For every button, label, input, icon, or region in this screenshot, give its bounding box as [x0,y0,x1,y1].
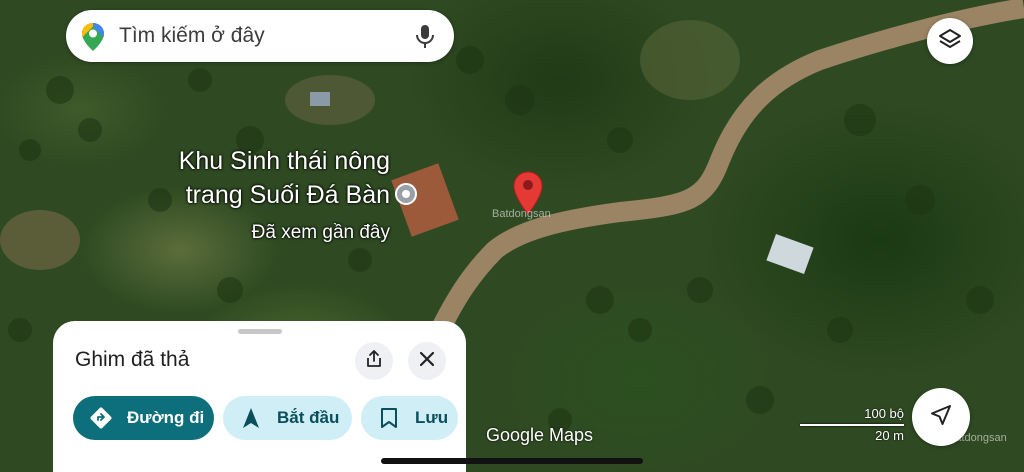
sheet-title: Ghim đã thả [75,348,190,371]
close-button[interactable] [408,342,446,380]
home-indicator[interactable] [381,458,643,464]
search-input[interactable]: Tìm kiếm ở đây [119,24,265,48]
place-name-line2: trang Suối Đá Bàn [185,181,390,209]
close-icon [418,350,436,373]
place-name-line1: Khu Sinh thái nông [178,147,390,175]
share-button[interactable] [355,342,393,380]
scale-feet-label: 100 bộ [864,406,904,421]
dropped-pin-sheet[interactable]: Ghim đã thả Đường đi Bắt đầu Lưu [53,321,466,472]
location-pin-outline-icon[interactable] [392,182,420,210]
place-name[interactable]: Khu Sinh thái nông trang Suối Đá Bàn [90,144,390,212]
scale-line [800,424,904,426]
start-button[interactable]: Bắt đầu [223,396,352,440]
layers-button[interactable] [927,18,973,64]
save-button[interactable]: Lưu [361,396,458,440]
google-maps-logo: Google Maps [486,425,594,445]
place-subtitle: Đã xem gần đây [251,222,390,243]
navigation-button[interactable] [912,388,970,446]
save-label: Lưu [415,408,449,427]
search-bar[interactable]: Tìm kiếm ở đây [66,10,454,62]
microphone-icon[interactable] [414,24,436,50]
start-label: Bắt đầu [277,408,340,427]
navigation-start-icon [239,406,263,430]
google-maps-pin-icon [82,23,104,51]
directions-button[interactable]: Đường đi [73,396,214,440]
navigation-arrow-icon [930,404,952,431]
directions-icon [89,406,113,430]
bookmark-icon [377,406,401,430]
scale-meters-label: 20 m [875,428,904,443]
share-icon [364,349,384,374]
layers-icon [938,27,962,56]
sheet-grabber[interactable] [238,329,282,334]
directions-label: Đường đi [127,408,205,427]
watermark: Batdongsan [492,208,551,220]
scale-bar: 100 bộ 20 m [800,406,904,446]
